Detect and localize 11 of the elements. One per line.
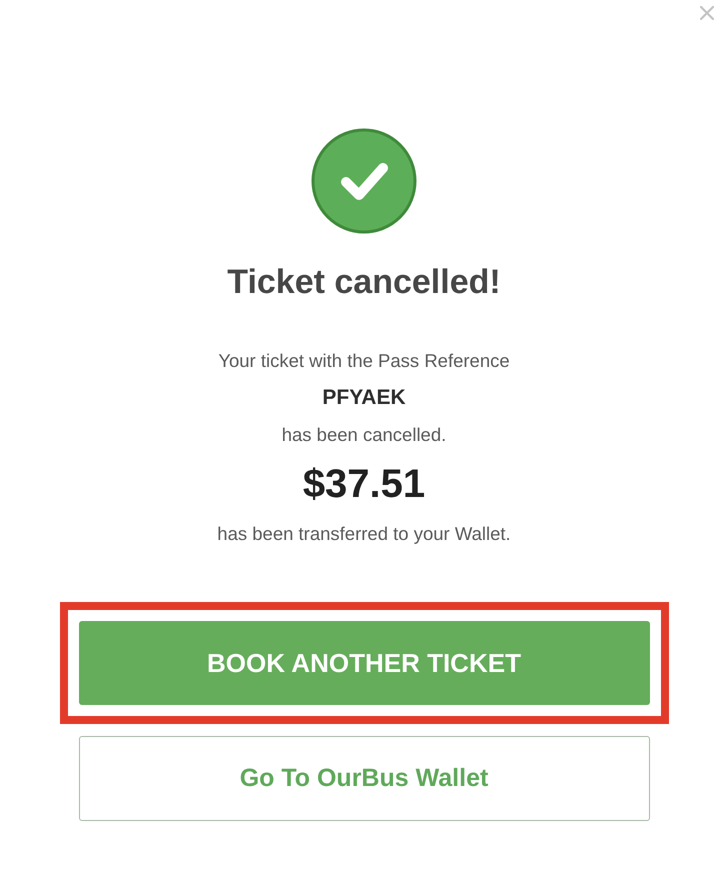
message-text: has been cancelled.: [282, 424, 446, 446]
message-text: has been transferred to your Wallet.: [217, 522, 511, 544]
pass-reference: PFYAEK: [322, 386, 406, 410]
close-button[interactable]: [700, 6, 714, 20]
close-icon: [700, 6, 714, 20]
success-check-icon: [311, 128, 417, 234]
wallet-button[interactable]: Go To OurBus Wallet: [78, 736, 650, 821]
dialog-title: Ticket cancelled!: [227, 262, 501, 302]
message-text: Your ticket with the Pass Reference: [218, 350, 510, 372]
book-ticket-button[interactable]: BOOK ANOTHER TICKET: [78, 621, 650, 705]
refund-amount: $37.51: [302, 462, 426, 506]
